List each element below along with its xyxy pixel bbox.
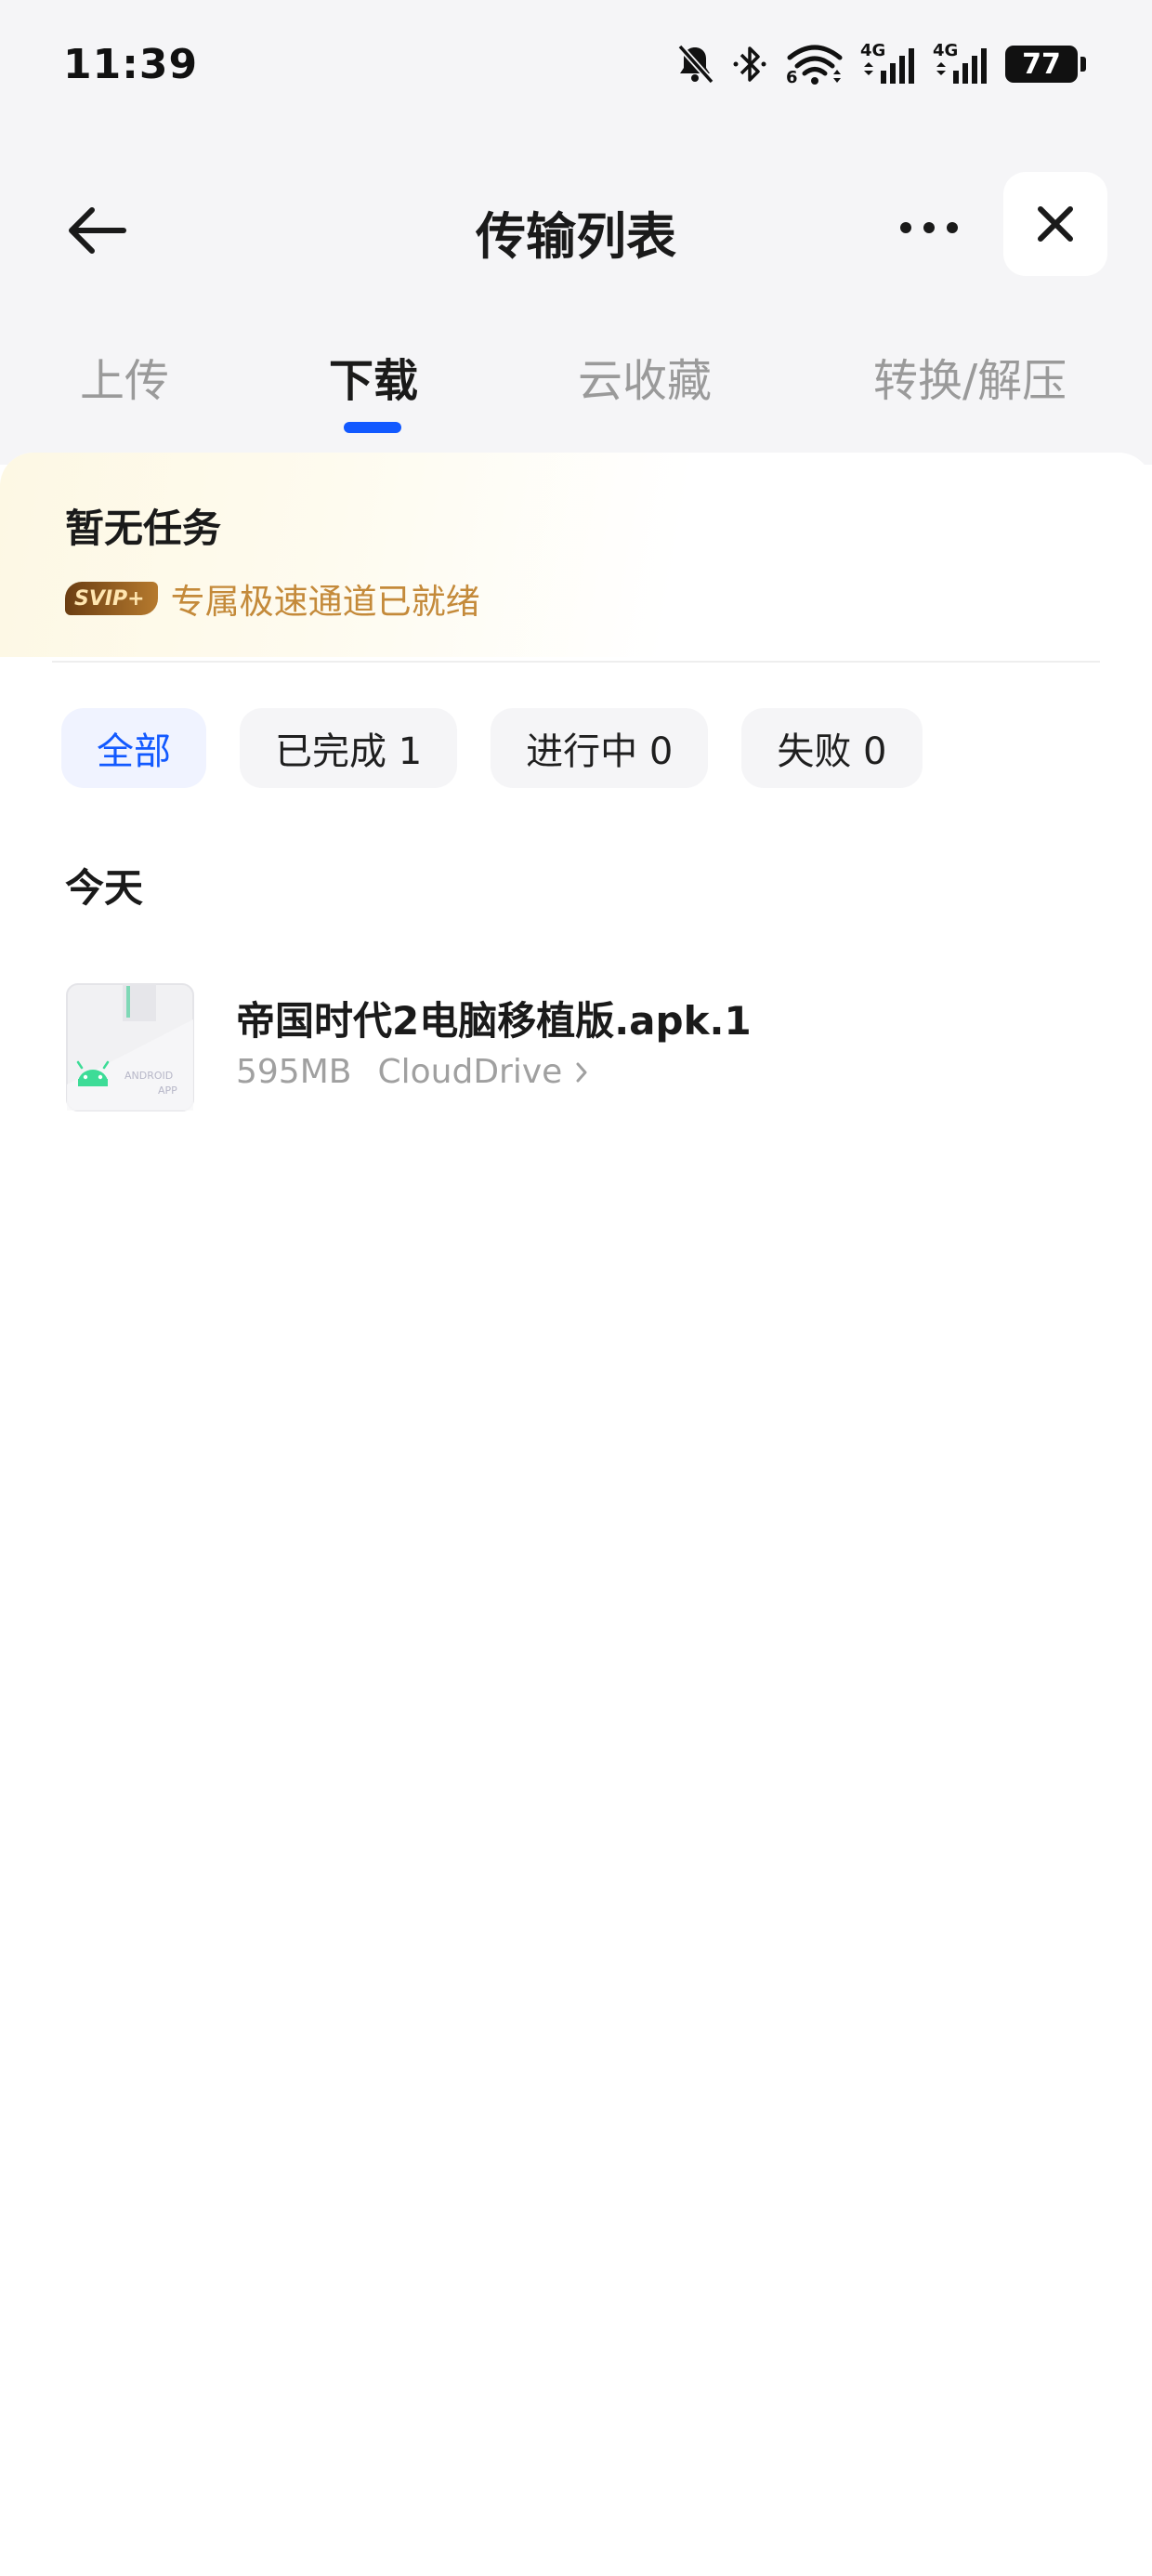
vip-message: 专属极速通道已就绪 (170, 582, 480, 622)
status-filters: 全部 已完成 1 进行中 0 失败 0 (61, 708, 923, 788)
transfer-list-screen: 11:39 6 4G 4G 77 传输列表 上传 下载 云收藏 转换/解压 暂无… (0, 0, 1152, 2576)
close-icon (1038, 206, 1073, 242)
tab-download[interactable]: 下载 (329, 344, 418, 409)
more-icon (900, 222, 958, 233)
wifi-icon: 6 (786, 43, 844, 87)
file-name: 帝国时代2电脑移植版.apk.1 (236, 998, 752, 1044)
vip-banner-background (0, 453, 836, 657)
signal-icon: 4G (933, 41, 988, 85)
filter-in-progress[interactable]: 进行中 0 (491, 708, 709, 788)
transfer-tabs: 上传 下载 云收藏 转换/解压 (0, 344, 1152, 446)
apk-icon-label-2: APP (158, 1084, 177, 1097)
section-title-today: 今天 (65, 865, 144, 911)
divider (52, 661, 1100, 663)
tab-upload[interactable]: 上传 (80, 344, 169, 409)
file-size: 595MB (236, 1053, 352, 1091)
status-icons: 6 4G 4G 77 (674, 41, 1086, 87)
bluetooth-icon (732, 43, 769, 85)
page-title: 传输列表 (476, 207, 676, 266)
list-item[interactable]: ANDROID APP 帝国时代2电脑移植版.apk.1 595MB Cloud… (65, 982, 1087, 1122)
svip-badge: SVIP+ (65, 582, 158, 615)
filter-completed[interactable]: 已完成 1 (240, 708, 458, 788)
status-bar: 11:39 6 4G 4G 77 (0, 0, 1152, 139)
file-location-link[interactable]: CloudDrive (377, 1053, 588, 1091)
signal-icon: 4G (860, 41, 916, 85)
filter-all[interactable]: 全部 (61, 708, 206, 788)
tab-active-indicator (344, 422, 401, 433)
no-task-title: 暂无任务 (65, 506, 222, 551)
chevron-right-icon (576, 1062, 587, 1082)
apk-icon-label-1: ANDROID (124, 1070, 174, 1082)
status-time: 11:39 (63, 41, 199, 88)
android-apk-icon: ANDROID APP (65, 982, 195, 1112)
tab-cloud-favorites[interactable]: 云收藏 (578, 344, 712, 409)
file-location: CloudDrive (377, 1053, 563, 1091)
vip-acceleration-row[interactable]: SVIP+ 专属极速通道已就绪 (65, 573, 480, 624)
battery-icon: 77 (1005, 46, 1086, 83)
wifi-label: 6 (786, 68, 798, 87)
file-meta: 595MB CloudDrive (236, 1053, 588, 1091)
more-button[interactable] (887, 195, 971, 260)
download-content: 暂无任务 SVIP+ 专属极速通道已就绪 全部 已完成 1 进行中 0 失败 0… (0, 453, 1152, 2576)
bell-muted-icon (674, 43, 715, 85)
filter-failed[interactable]: 失败 0 (741, 708, 923, 788)
battery-cap (1080, 57, 1086, 72)
app-header: 传输列表 (0, 167, 1152, 288)
tab-convert-extract[interactable]: 转换/解压 (873, 344, 1067, 409)
close-button[interactable] (1003, 172, 1107, 276)
battery-level: 77 (1022, 47, 1061, 81)
